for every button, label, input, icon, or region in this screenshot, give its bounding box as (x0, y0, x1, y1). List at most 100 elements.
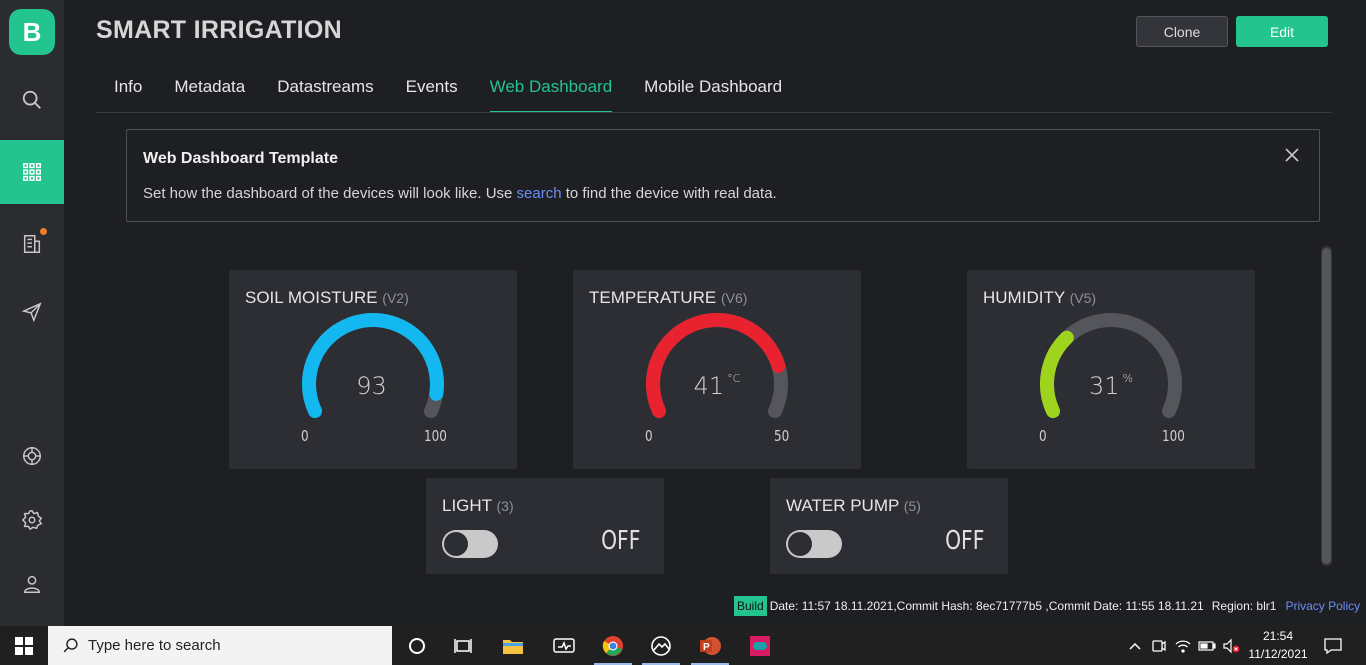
windows-start-icon[interactable] (0, 626, 48, 665)
soil-moisture-widget[interactable]: SOIL MOISTURE (V2) 93 0 100 (229, 270, 517, 469)
chrome-icon[interactable] (590, 626, 636, 665)
temperature-gauge (646, 313, 788, 419)
gauge-unit: % (1122, 372, 1133, 385)
user-icon[interactable] (0, 552, 64, 616)
close-icon[interactable] (1283, 146, 1301, 164)
widget-title-text: HUMIDITY (983, 288, 1065, 307)
switch-state: OFF (944, 526, 984, 556)
humidity-widget[interactable]: HUMIDITY (V5) 31% 0 100 (967, 270, 1255, 469)
taskbar-search-placeholder: Type here to search (88, 637, 221, 654)
battery-icon[interactable] (1196, 626, 1218, 665)
tab-bar: Info Metadata Datastreams Events Web Das… (114, 77, 814, 113)
region-label: Region: blr1 (1211, 599, 1277, 613)
clock-time: 21:54 (1262, 629, 1294, 643)
tabs-divider (96, 112, 1332, 113)
tab-info[interactable]: Info (114, 77, 142, 113)
widget-pin: (3) (496, 498, 514, 514)
taskbar: Type here to search P 21:54 11/12/2021 (0, 626, 1366, 665)
water-pump-toggle[interactable] (786, 530, 842, 558)
toggle-knob (788, 532, 812, 556)
search-link[interactable]: search (517, 185, 562, 202)
scrollbar-thumb[interactable] (1322, 248, 1331, 564)
widget-title-text: TEMPERATURE (589, 288, 717, 307)
temperature-widget[interactable]: TEMPERATURE (V6) 41 °C 0 50 (573, 270, 861, 469)
widget-title: WATER PUMP (5) (786, 496, 921, 516)
gauge-value-number: 93 (356, 372, 387, 400)
clock[interactable]: 21:54 11/12/2021 (1248, 629, 1308, 661)
light-widget: LIGHT (3) OFF (426, 478, 664, 574)
powerpoint-icon[interactable]: P (687, 626, 733, 665)
notice-text-after: to find the device with real data. (561, 185, 777, 202)
tab-events[interactable]: Events (406, 77, 458, 113)
gauge-max: 100 (1162, 427, 1185, 445)
widget-pin: (V2) (382, 290, 409, 306)
svg-text:P: P (703, 642, 710, 653)
switch-state: OFF (600, 526, 640, 556)
tab-web-dashboard[interactable]: Web Dashboard (489, 77, 612, 113)
taskbar-search-input[interactable]: Type here to search (48, 626, 392, 665)
cortana-icon[interactable] (394, 626, 440, 665)
humidity-gauge (1040, 313, 1182, 419)
soil-moisture-gauge (302, 313, 444, 419)
gauge-min: 0 (645, 427, 653, 445)
light-toggle[interactable] (442, 530, 498, 558)
edit-button[interactable]: Edit (1236, 16, 1328, 47)
gauge-value: 31% (967, 372, 1255, 400)
blynk-logo[interactable]: B (9, 9, 55, 55)
notice-text: Set how the dashboard of the devices wil… (143, 185, 777, 202)
gauge-unit: °C (727, 372, 741, 385)
build-tag: Build (734, 596, 767, 616)
building-icon[interactable] (0, 212, 64, 276)
build-info: Date: 11:57 18.11.2021,Commit Hash: 8ec7… (769, 599, 1204, 613)
photos-app-icon[interactable] (638, 626, 684, 665)
widget-title-text: LIGHT (442, 496, 492, 515)
gauge-min: 0 (301, 427, 309, 445)
search-icon[interactable] (0, 68, 64, 132)
gauge-value: 93 (229, 372, 517, 400)
widget-pin: (V6) (720, 290, 748, 306)
toggle-knob (444, 532, 468, 556)
widget-title-text: SOIL MOISTURE (245, 288, 378, 307)
volume-muted-icon[interactable] (1220, 626, 1242, 665)
meet-now-icon[interactable] (1148, 626, 1170, 665)
gauge-max: 50 (774, 427, 790, 445)
widget-title: TEMPERATURE (V6) (589, 288, 747, 308)
sidebar: B (0, 0, 64, 626)
lifebuoy-icon[interactable] (0, 424, 64, 488)
privacy-policy-link[interactable]: Privacy Policy (1285, 599, 1360, 613)
widget-title: LIGHT (3) (442, 496, 514, 516)
send-icon[interactable] (0, 280, 64, 344)
tab-mobile-dashboard[interactable]: Mobile Dashboard (644, 77, 782, 113)
search-icon (63, 638, 78, 653)
template-notice: Web Dashboard Template Set how the dashb… (126, 129, 1320, 222)
water-pump-widget: WATER PUMP (5) OFF (770, 478, 1008, 574)
clock-date: 11/12/2021 (1248, 647, 1308, 661)
widget-pin: (V5) (1069, 290, 1097, 306)
widget-title: SOIL MOISTURE (V2) (245, 288, 409, 308)
chevron-up-icon[interactable] (1124, 626, 1146, 665)
tab-datastreams[interactable]: Datastreams (277, 77, 373, 113)
gear-icon[interactable] (0, 488, 64, 552)
build-info-bar: Build Date: 11:57 18.11.2021,Commit Hash… (730, 592, 1362, 620)
gauge-max: 100 (424, 427, 447, 445)
arduino-ide-icon[interactable] (737, 626, 783, 665)
clone-button[interactable]: Clone (1136, 16, 1228, 47)
gauge-value-number: 31 (1089, 372, 1120, 400)
gauge-value: 41 °C (573, 372, 861, 400)
widget-title-text: WATER PUMP (786, 496, 900, 515)
app-window: B SMART IRRIGATION Clone Edit Info Metad… (0, 0, 1366, 626)
gauge-min: 0 (1039, 427, 1047, 445)
page-title: SMART IRRIGATION (96, 16, 342, 44)
task-view-icon[interactable] (440, 626, 486, 665)
notifications-icon[interactable] (1318, 626, 1348, 665)
file-explorer-icon[interactable] (490, 626, 536, 665)
tab-metadata[interactable]: Metadata (174, 77, 245, 113)
notification-badge (40, 228, 47, 235)
monitor-app-icon[interactable] (541, 626, 587, 665)
wifi-icon[interactable] (1172, 626, 1194, 665)
notice-title: Web Dashboard Template (143, 150, 338, 167)
grid-icon[interactable] (0, 140, 64, 204)
gauge-value-number: 41 (693, 372, 725, 400)
notice-text-before: Set how the dashboard of the devices wil… (143, 185, 517, 202)
widget-title: HUMIDITY (V5) (983, 288, 1096, 308)
